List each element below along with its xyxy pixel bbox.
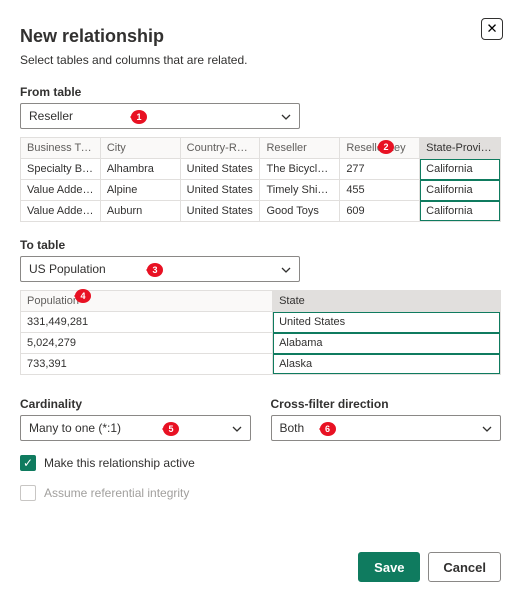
cell: Alpine (101, 180, 181, 201)
cell: Timely Shippi… (260, 180, 340, 201)
cardinality-selected: Many to one (*:1) (29, 421, 121, 435)
table-row: Value Added …AlpineUnited StatesTimely S… (21, 180, 500, 201)
dialog-subtitle: Select tables and columns that are relat… (20, 53, 501, 67)
cell: 277 (340, 159, 420, 180)
column-header[interactable]: Population (21, 291, 273, 312)
cell: Alhambra (101, 159, 181, 180)
cell: Alaska (273, 354, 500, 374)
column-header[interactable]: State (273, 291, 500, 312)
cell: California (420, 180, 500, 201)
from-table-preview: Business TypeCityCountry-Regi…ResellerRe… (20, 137, 501, 222)
column-header[interactable]: Business Type (21, 138, 101, 159)
cell: 5,024,279 (21, 333, 273, 354)
crossfilter-selected: Both (280, 421, 305, 435)
cell: 609 (340, 201, 420, 221)
table-row: 5,024,279Alabama (21, 333, 500, 354)
chevron-down-icon (232, 421, 242, 435)
referential-integrity-checkbox (20, 485, 36, 501)
cell: Value Added … (21, 180, 101, 201)
make-active-label: Make this relationship active (44, 456, 195, 470)
cell: United States (273, 312, 500, 333)
referential-integrity-row: Assume referential integrity (20, 485, 501, 501)
cell: California (420, 201, 500, 221)
make-active-checkbox-row[interactable]: ✓ Make this relationship active (20, 455, 501, 471)
callout-5: 5 (163, 422, 179, 436)
cell: Good Toys (260, 201, 340, 221)
cell: The Bicycle A… (260, 159, 340, 180)
cell: Specialty Bike… (21, 159, 101, 180)
callout-3: 3 (147, 263, 163, 277)
chevron-down-icon (482, 421, 492, 435)
close-icon: ✕ (486, 21, 497, 37)
from-table-label: From table (20, 85, 501, 99)
column-header[interactable]: Reseller (260, 138, 340, 159)
chevron-down-icon (281, 262, 291, 276)
cell: Auburn (101, 201, 181, 221)
make-active-checkbox[interactable]: ✓ (20, 455, 36, 471)
from-table-selected: Reseller (29, 109, 73, 123)
cell: California (420, 159, 500, 180)
cell: Value Added … (21, 201, 101, 221)
cell: 733,391 (21, 354, 273, 374)
close-button[interactable]: ✕ (481, 18, 503, 40)
table-row: Specialty Bike…AlhambraUnited StatesThe … (21, 159, 500, 180)
to-table-dropdown[interactable]: US Population 3 (20, 256, 300, 282)
cell: United States (181, 159, 261, 180)
referential-integrity-label: Assume referential integrity (44, 486, 189, 500)
table-row: Value Added …AuburnUnited StatesGood Toy… (21, 201, 500, 221)
check-icon: ✓ (23, 456, 33, 470)
cell: United States (181, 201, 261, 221)
cancel-button[interactable]: Cancel (428, 552, 501, 582)
save-button[interactable]: Save (358, 552, 420, 582)
table-row: 331,449,281United States (21, 312, 500, 333)
cell: United States (181, 180, 261, 201)
from-table-dropdown[interactable]: Reseller 1 (20, 103, 300, 129)
column-header[interactable]: State-Province (420, 138, 500, 159)
column-header[interactable]: Country-Regi… (181, 138, 261, 159)
dialog-title: New relationship (20, 26, 501, 47)
to-table-preview: PopulationState331,449,281United States5… (20, 290, 501, 375)
callout-6: 6 (320, 422, 336, 436)
cell: Alabama (273, 333, 500, 354)
cardinality-dropdown[interactable]: Many to one (*:1) 5 (20, 415, 251, 441)
column-header[interactable]: City (101, 138, 181, 159)
to-table-selected: US Population (29, 262, 106, 276)
cell: 455 (340, 180, 420, 201)
to-table-label: To table (20, 238, 501, 252)
cell: 331,449,281 (21, 312, 273, 333)
callout-1: 1 (131, 110, 147, 124)
cardinality-label: Cardinality (20, 397, 251, 411)
chevron-down-icon (281, 109, 291, 123)
column-header[interactable]: ResellerKey (340, 138, 420, 159)
crossfilter-label: Cross-filter direction (271, 397, 502, 411)
table-row: 733,391Alaska (21, 354, 500, 374)
crossfilter-dropdown[interactable]: Both 6 (271, 415, 502, 441)
